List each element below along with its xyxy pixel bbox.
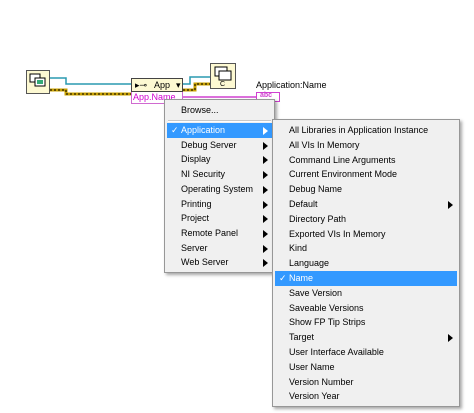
- menu-item-label: Version Number: [289, 376, 354, 387]
- submenu-arrow-icon: [263, 185, 268, 194]
- menu-item-label: Target: [289, 332, 315, 343]
- submenu-item-user-name[interactable]: User Name: [275, 360, 457, 375]
- refnum-icon: ▸⊸: [135, 80, 148, 90]
- menu-item-label: Printing: [181, 198, 212, 209]
- menu-item-label: Exported VIs In Memory: [289, 228, 386, 239]
- menu-item-application[interactable]: ✓ Application: [167, 123, 272, 138]
- menu-item-label: Debug Server: [181, 139, 237, 150]
- menu-item-operating-system[interactable]: Operating System: [167, 182, 272, 197]
- submenu-item-kind[interactable]: Kind: [275, 241, 457, 256]
- submenu-item-debug-name[interactable]: Debug Name: [275, 182, 457, 197]
- close-reference-icon[interactable]: C: [210, 63, 236, 89]
- menu-item-display[interactable]: Display: [167, 152, 272, 167]
- submenu-arrow-icon: [263, 171, 268, 180]
- error-wire-out: [183, 82, 210, 92]
- submenu-arrow-icon: [263, 229, 268, 238]
- menu-item-label: All Libraries in Application Instance: [289, 125, 429, 135]
- menu-item-label: User Interface Available: [289, 347, 384, 357]
- menu-item-printing[interactable]: Printing: [167, 197, 272, 212]
- menu-item-label: Version Year: [289, 391, 340, 402]
- submenu-arrow-icon: [263, 141, 268, 150]
- submenu-item-directory-path[interactable]: Directory Path: [275, 212, 457, 227]
- submenu-item-version-year[interactable]: Version Year: [275, 389, 457, 404]
- app-reference-glyph-icon: [29, 73, 46, 87]
- menu-item-label: Operating System: [181, 183, 254, 194]
- menu-item-label: Web Server: [181, 257, 229, 268]
- submenu-item-current-environment-mode[interactable]: Current Environment Mode: [275, 167, 457, 182]
- submenu-item-save-version[interactable]: Save Version: [275, 286, 457, 301]
- error-wire: [50, 88, 131, 96]
- menu-item-ni-security[interactable]: NI Security: [167, 167, 272, 182]
- submenu-item-version-number[interactable]: Version Number: [275, 375, 457, 390]
- menu-item-server[interactable]: Server: [167, 241, 272, 256]
- close-reference-glyph-icon: C: [214, 66, 232, 88]
- submenu-item-command-line-arguments[interactable]: Command Line Arguments: [275, 153, 457, 168]
- menu-item-label: Directory Path: [289, 213, 347, 224]
- submenu-item-language[interactable]: Language: [275, 256, 457, 271]
- menu-item-label: Current Environment Mode: [289, 169, 398, 180]
- indicator-label: Application:Name: [256, 80, 327, 90]
- submenu-item-all-libraries-in-application-instance[interactable]: All Libraries in Application Instance: [275, 123, 457, 138]
- checkmark-icon: ✓: [279, 273, 287, 283]
- menu-item-label: Debug Name: [289, 184, 343, 195]
- menu-item-project[interactable]: Project: [167, 211, 272, 226]
- menu-item-label: NI Security: [181, 169, 226, 180]
- submenu-arrow-icon: [448, 201, 453, 209]
- svg-text:C: C: [220, 81, 225, 88]
- submenu-item-show-fp-tip-strips[interactable]: Show FP Tip Strips: [275, 315, 457, 330]
- application-properties-submenu: All Libraries in Application Instance All…: [272, 119, 460, 407]
- submenu-arrow-icon: [263, 215, 268, 224]
- menu-item-web-server[interactable]: Web Server: [167, 255, 272, 270]
- menu-item-debug-server[interactable]: Debug Server: [167, 138, 272, 153]
- submenu-item-user-interface-available[interactable]: User Interface Available: [275, 345, 457, 360]
- submenu-item-target[interactable]: Target: [275, 330, 457, 345]
- submenu-arrow-icon: [263, 259, 268, 268]
- menu-item-label: Project: [181, 213, 210, 224]
- menu-item-label: Kind: [289, 243, 308, 254]
- submenu-arrow-icon: [448, 334, 453, 343]
- menu-item-label: Server: [181, 242, 208, 253]
- submenu-arrow-icon: [263, 244, 268, 253]
- property-node-class: App: [154, 80, 171, 90]
- menu-item-label: Save Version: [289, 287, 343, 298]
- checkmark-icon: ✓: [171, 125, 179, 135]
- property-node-header[interactable]: ▸⊸ App ▾: [131, 78, 183, 92]
- menu-item-remote-panel[interactable]: Remote Panel: [167, 226, 272, 241]
- menu-item-label: Default: [289, 199, 318, 209]
- submenu-item-saveable-versions[interactable]: Saveable Versions: [275, 301, 457, 316]
- submenu-arrow-icon: [263, 200, 268, 209]
- submenu-item-name[interactable]: ✓ Name: [275, 271, 457, 286]
- submenu-item-default[interactable]: Default: [275, 197, 457, 212]
- dropdown-arrow-icon: ▾: [176, 80, 181, 90]
- open-application-reference-icon[interactable]: [26, 70, 50, 94]
- menu-item-label: Application: [181, 125, 226, 135]
- menu-item-label: User Name: [289, 361, 335, 372]
- menu-item-label: Remote Panel: [181, 227, 239, 238]
- menu-item-label: Name: [289, 273, 314, 283]
- submenu-arrow-icon: [263, 156, 268, 165]
- menu-item-label: Show FP Tip Strips: [289, 317, 366, 328]
- string-indicator-type: abc: [260, 92, 273, 99]
- submenu-arrow-icon: [263, 127, 268, 135]
- menu-item-browse[interactable]: Browse...: [167, 103, 272, 118]
- menu-item-label: Saveable Versions: [289, 302, 364, 313]
- menu-item-label: Command Line Arguments: [289, 154, 396, 165]
- submenu-item-exported-vis-in-memory[interactable]: Exported VIs In Memory: [275, 227, 457, 242]
- menu-item-label: Display: [181, 154, 211, 165]
- refnum-wire: [50, 77, 131, 85]
- menu-item-label: All VIs In Memory: [289, 139, 360, 150]
- submenu-item-all-vis-in-memory[interactable]: All VIs In Memory: [275, 138, 457, 153]
- property-class-menu: Browse... ✓ Application Debug Server Displa…: [164, 99, 275, 273]
- menu-item-label: Language: [289, 258, 330, 269]
